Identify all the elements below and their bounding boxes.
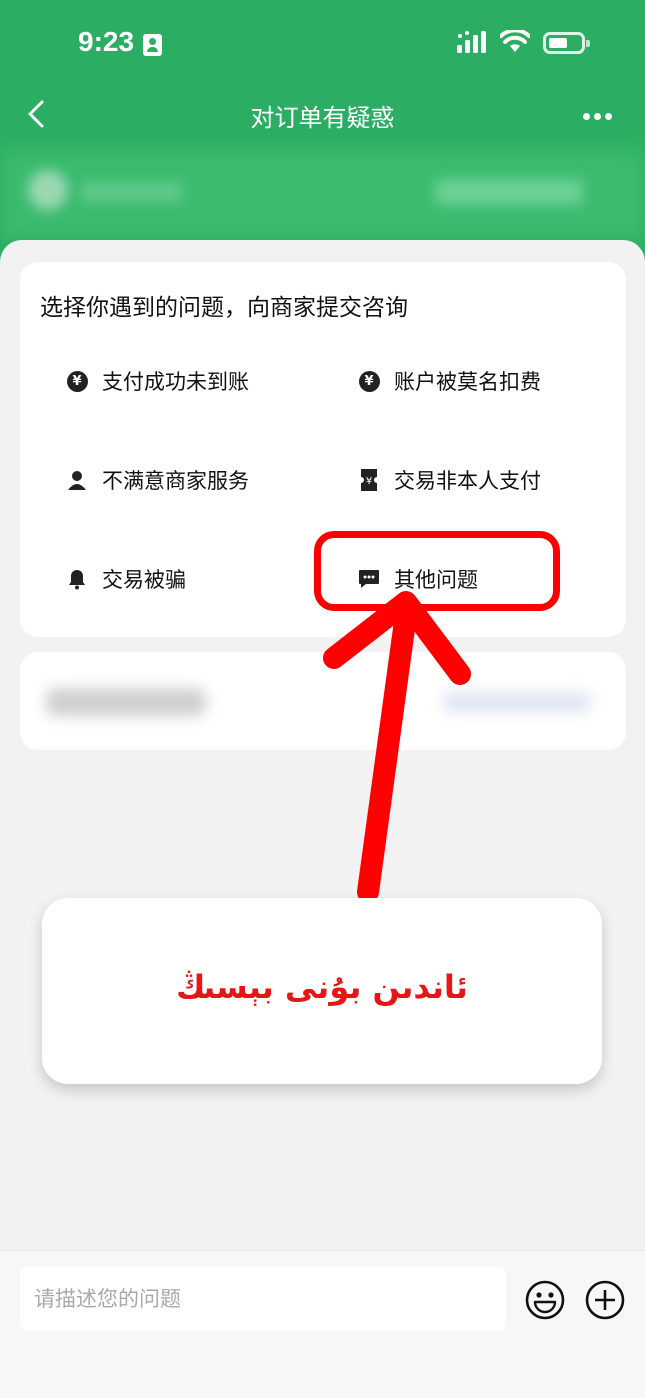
option-label: 支付成功未到账 (102, 370, 249, 394)
annotation-arrow-icon (323, 591, 471, 900)
blurred-merchant-info (435, 180, 583, 204)
ticket-yuan-icon: ¥ (358, 469, 380, 491)
annotation-callout: ئاندىن بۇنى بېسىڭ (42, 898, 602, 1084)
page-title: 对订单有疑惑 (250, 104, 395, 132)
status-bar: 9:23 (0, 0, 645, 88)
input-bar (0, 1250, 645, 1398)
bell-icon (66, 568, 88, 590)
blurred-avatar (28, 170, 68, 210)
option-not-self-payment[interactable]: ¥ 交易非本人支付 (358, 460, 541, 500)
id-card-icon (143, 34, 162, 56)
question-input[interactable] (20, 1267, 506, 1331)
option-unexplained-charge[interactable]: ¥ 账户被莫名扣费 (358, 361, 541, 401)
option-unsatisfied-service[interactable]: 不满意商家服务 (66, 460, 249, 500)
option-label: 不满意商家服务 (102, 469, 249, 493)
person-icon (66, 469, 88, 491)
battery-icon (543, 32, 590, 54)
svg-text:¥: ¥ (366, 476, 372, 487)
issue-card-title: 选择你遇到的问题，向商家提交咨询 (40, 295, 408, 321)
nav-bar: 对订单有疑惑 (0, 88, 645, 144)
callout-text: ئاندىن بۇنى بېسىڭ (176, 968, 468, 1006)
more-icon[interactable] (583, 105, 621, 123)
plus-icon[interactable] (584, 1279, 626, 1321)
emoji-icon[interactable] (524, 1279, 566, 1321)
signal-icon (457, 31, 486, 53)
yuan-coin-icon: ¥ (358, 370, 380, 392)
option-scammed[interactable]: 交易被骗 (66, 559, 186, 599)
blurred-order-title (46, 688, 206, 716)
option-payment-not-received[interactable]: ¥ 支付成功未到账 (66, 361, 249, 401)
status-time: 9:23 (78, 26, 135, 57)
option-label: 账户被莫名扣费 (394, 370, 541, 394)
yuan-refresh-icon: ¥ (66, 370, 88, 392)
wifi-icon (500, 30, 530, 52)
option-label: 交易被骗 (102, 568, 186, 592)
option-label: 交易非本人支付 (394, 469, 541, 493)
blurred-merchant-name (82, 182, 182, 202)
